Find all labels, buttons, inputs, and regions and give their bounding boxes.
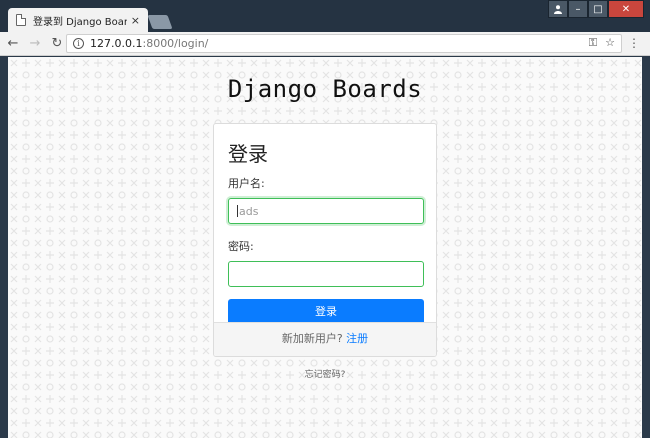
url-path: :8000/login/: [142, 37, 209, 50]
password-label: 密码:: [228, 240, 254, 253]
password-input[interactable]: [228, 261, 424, 287]
signup-link[interactable]: 注册: [346, 332, 368, 345]
menu-icon[interactable]: ⋮: [628, 36, 640, 50]
page-icon: [16, 14, 26, 26]
user-icon[interactable]: [548, 0, 568, 18]
info-icon[interactable]: i: [73, 38, 84, 49]
reload-button[interactable]: ↻: [48, 36, 66, 51]
browser-toolbar: ← → ↻ i 127.0.0.1:8000/login/ ⚿ ☆ ⋮: [0, 32, 650, 56]
text-caret: [237, 205, 238, 217]
address-bar[interactable]: i 127.0.0.1:8000/login/ ⚿ ☆: [66, 34, 622, 53]
username-value: ads: [239, 204, 259, 218]
minimize-button[interactable]: –: [568, 0, 588, 18]
forgot-password-link[interactable]: 忘记密码?: [8, 367, 642, 380]
close-window-button[interactable]: ✕: [608, 0, 644, 18]
url-host: 127.0.0.1: [90, 37, 143, 50]
page-viewport: Django Boards 登录 用户名: ads 密码: 登录 新加新用户? …: [8, 57, 642, 438]
login-card: 登录 用户名: ads 密码: 登录 新加新用户? 注册: [213, 123, 437, 357]
window-border-right: [642, 57, 650, 438]
browser-tab[interactable]: 登录到 Django Boards ×: [8, 8, 148, 32]
window-titlebar: 登录到 Django Boards × – □ ✕: [0, 0, 650, 32]
footer-text: 新加新用户?: [281, 332, 343, 345]
maximize-button[interactable]: □: [588, 0, 608, 18]
window-border-left: [0, 57, 8, 438]
card-title: 登录: [228, 142, 268, 166]
key-icon[interactable]: ⚿: [589, 36, 597, 50]
card-footer: 新加新用户? 注册: [214, 322, 436, 356]
forward-button[interactable]: →: [26, 36, 44, 51]
close-tab-icon[interactable]: ×: [131, 14, 140, 27]
username-input[interactable]: ads: [228, 198, 424, 224]
username-label: 用户名:: [228, 177, 265, 190]
new-tab-button[interactable]: [147, 15, 173, 29]
window-controls: – □ ✕: [548, 0, 644, 18]
brand-title: Django Boards: [227, 75, 423, 103]
star-icon[interactable]: ☆: [605, 36, 615, 50]
tab-title: 登录到 Django Boards: [33, 16, 127, 28]
back-button[interactable]: ←: [4, 36, 22, 51]
